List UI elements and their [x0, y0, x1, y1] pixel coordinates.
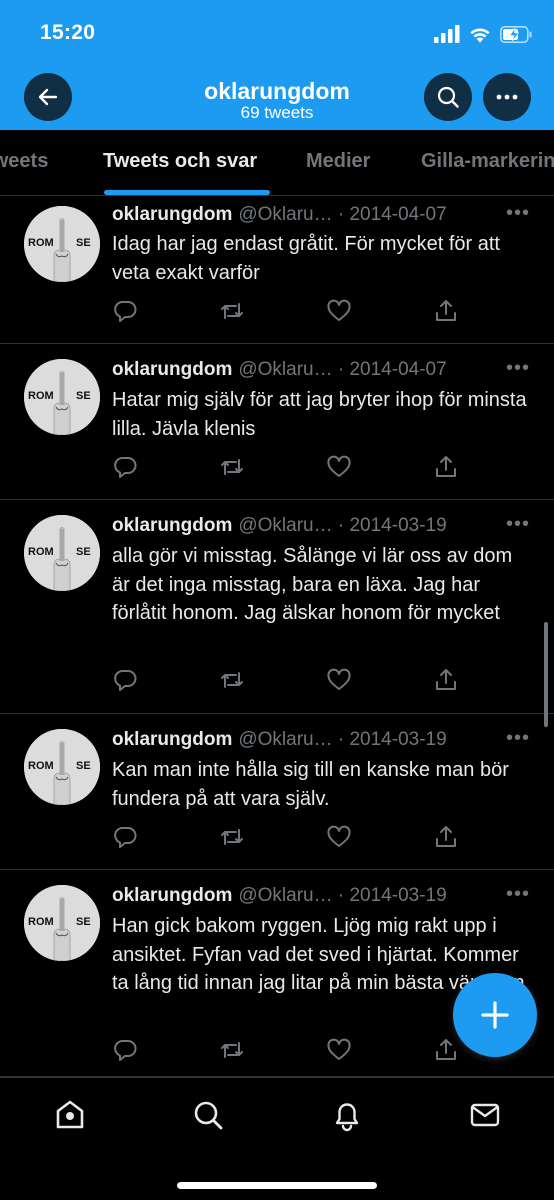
tab-tweets[interactable]: Tweets: [0, 150, 48, 173]
tweet-header: oklarungdom @Oklaru… · 2014-04-07: [112, 359, 447, 381]
tweet-count: 69 tweets: [240, 103, 314, 122]
tweet-header: oklarungdom @Oklaru… · 2014-03-19: [112, 515, 447, 537]
author-meta: @Oklaru… · 2014-03-19: [238, 885, 447, 906]
status-time: 15:20: [40, 21, 96, 44]
share-icon[interactable]: [433, 454, 459, 480]
author-meta: @Oklaru… · 2014-03-19: [238, 729, 447, 750]
avatar[interactable]: ROM SE: [24, 359, 100, 435]
tweet-more-button[interactable]: •••: [506, 202, 530, 225]
tweet-actions: [112, 1037, 482, 1063]
reply-icon[interactable]: [112, 824, 138, 850]
author-name[interactable]: oklarungdom: [112, 729, 232, 750]
avatar-text-right: SE: [76, 390, 91, 402]
reply-icon[interactable]: [112, 454, 138, 480]
tweet[interactable]: ROM SE oklarungdom @Oklaru… · 2014-03-19 …: [0, 714, 554, 870]
scrollbar[interactable]: [544, 622, 548, 727]
profile-header: 15:20 oklarungdom 69 tweets: [0, 0, 554, 130]
avatar-text-left: ROM: [28, 760, 54, 772]
like-icon[interactable]: [326, 667, 352, 693]
home-icon[interactable]: [53, 1098, 87, 1132]
retweet-icon[interactable]: [219, 667, 245, 693]
share-icon[interactable]: [433, 667, 459, 693]
like-icon[interactable]: [326, 298, 352, 324]
author-meta: @Oklaru… · 2014-03-19: [238, 515, 447, 536]
tweet-actions: [112, 454, 482, 480]
retweet-icon[interactable]: [219, 298, 245, 324]
home-indicator[interactable]: [177, 1182, 377, 1189]
share-icon[interactable]: [433, 298, 459, 324]
tweet-actions: [112, 298, 482, 324]
tweet-more-button[interactable]: •••: [506, 357, 530, 380]
search-icon: [437, 86, 459, 108]
wifi-icon: [470, 27, 490, 42]
tweet[interactable]: ROM SE oklarungdom @Oklaru… · 2014-03-19 …: [0, 500, 554, 714]
like-icon[interactable]: [326, 824, 352, 850]
avatar-text-right: SE: [76, 237, 91, 249]
avatar[interactable]: ROM SE: [24, 206, 100, 282]
status-indicators: [434, 22, 532, 46]
avatar[interactable]: ROM SE: [24, 729, 100, 805]
author-name[interactable]: oklarungdom: [112, 885, 232, 906]
profile-tabs: Tweets Tweets och svar Medier Gilla-mark…: [0, 130, 554, 196]
share-icon[interactable]: [433, 824, 459, 850]
author-name[interactable]: oklarungdom: [112, 204, 232, 225]
search-button[interactable]: [424, 73, 472, 121]
tweet-actions: [112, 667, 482, 693]
tweet-text: Kan man inte hålla sig till en kanske ma…: [112, 759, 509, 810]
reply-icon[interactable]: [112, 1037, 138, 1063]
tweet-header: oklarungdom @Oklaru… · 2014-04-07: [112, 204, 447, 226]
tab-likes[interactable]: Gilla-markeringar: [421, 150, 554, 173]
tab-tweets-and-replies[interactable]: Tweets och svar: [103, 150, 257, 173]
tab-media[interactable]: Medier: [306, 150, 370, 173]
avatar-text-right: SE: [76, 916, 91, 928]
avatar-text-right: SE: [76, 760, 91, 772]
author-name[interactable]: oklarungdom: [112, 359, 232, 380]
signal-icon: [434, 25, 460, 43]
share-icon[interactable]: [433, 1037, 459, 1063]
author-meta: @Oklaru… · 2014-04-07: [238, 359, 447, 380]
compose-icon: [481, 1001, 509, 1029]
tweet-text: alla gör vi misstag. Sålänge vi lär oss …: [112, 545, 513, 624]
avatar-text-left: ROM: [28, 390, 54, 402]
avatar[interactable]: ROM SE: [24, 515, 100, 591]
like-icon[interactable]: [326, 1037, 352, 1063]
retweet-icon[interactable]: [219, 1037, 245, 1063]
tweet-header: oklarungdom @Oklaru… · 2014-03-19: [112, 729, 447, 751]
tweet[interactable]: ROM SE oklarungdom @Oklaru… · 2014-04-07 …: [0, 344, 554, 500]
reply-icon[interactable]: [112, 667, 138, 693]
avatar-text-right: SE: [76, 546, 91, 558]
tweet-more-button[interactable]: •••: [506, 883, 530, 906]
more-icon: [496, 94, 518, 100]
reply-icon[interactable]: [112, 298, 138, 324]
retweet-icon[interactable]: [219, 454, 245, 480]
notifications-icon[interactable]: [330, 1098, 364, 1132]
tweet[interactable]: ROM SE oklarungdom @Oklaru… · 2014-04-07 …: [0, 196, 554, 344]
author-meta: @Oklaru… · 2014-04-07: [238, 204, 447, 225]
tweet-more-button[interactable]: •••: [506, 513, 530, 536]
retweet-icon[interactable]: [219, 824, 245, 850]
tweet-text: Hatar mig själv för att jag bryter ihop …: [112, 389, 527, 440]
author-name[interactable]: oklarungdom: [112, 515, 232, 536]
like-icon[interactable]: [326, 454, 352, 480]
tweet-actions: [112, 824, 482, 850]
compose-tweet-button[interactable]: [453, 973, 537, 1057]
battery-charging-icon: [500, 25, 532, 43]
tweet-header: oklarungdom @Oklaru… · 2014-03-19: [112, 885, 447, 907]
more-button[interactable]: [483, 73, 531, 121]
messages-icon[interactable]: [468, 1098, 502, 1132]
avatar-text-left: ROM: [28, 916, 54, 928]
avatar[interactable]: ROM SE: [24, 885, 100, 961]
avatar-text-left: ROM: [28, 237, 54, 249]
tweet-more-button[interactable]: •••: [506, 727, 530, 750]
active-tab-indicator: [104, 190, 270, 195]
tweet-text: Idag har jag endast gråtit. För mycket f…: [112, 233, 500, 284]
search-icon[interactable]: [191, 1098, 225, 1132]
avatar-text-left: ROM: [28, 546, 54, 558]
